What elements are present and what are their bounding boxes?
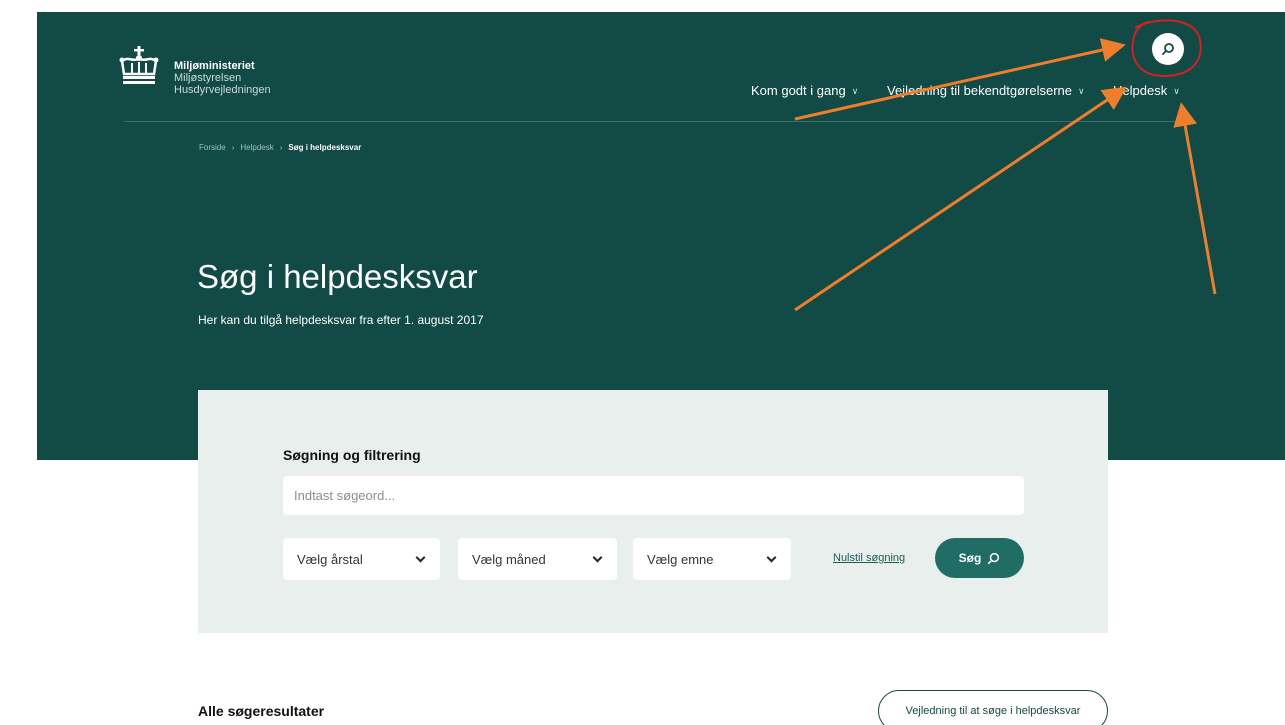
month-select[interactable]: Vælg måned bbox=[458, 538, 617, 580]
search-icon bbox=[1162, 43, 1174, 55]
org-name-block: Miljøministeriet Miljøstyrelsen Husdyrve… bbox=[174, 60, 271, 96]
nav-divider bbox=[124, 121, 1196, 122]
nav-item-vejledning[interactable]: Vejledning til bekendtgørelserne ∨ bbox=[887, 83, 1085, 98]
search-input[interactable] bbox=[283, 476, 1024, 515]
year-select[interactable]: Vælg årstal bbox=[283, 538, 440, 580]
chevron-down-icon bbox=[592, 552, 603, 562]
topic-select-value: Vælg emne bbox=[647, 551, 714, 567]
submit-label: Søg bbox=[958, 551, 982, 565]
breadcrumb-item-forside[interactable]: Forside bbox=[199, 143, 226, 152]
nav-label: Kom godt i gang bbox=[751, 83, 846, 98]
reset-search-link[interactable]: Nulstil søgning bbox=[833, 552, 905, 564]
breadcrumb-separator: › bbox=[231, 143, 235, 152]
topic-select[interactable]: Vælg emne bbox=[633, 538, 791, 580]
search-icon bbox=[988, 552, 1000, 564]
month-select-value: Vælg måned bbox=[472, 551, 546, 567]
page-title: Søg i helpdesksvar bbox=[197, 258, 478, 295]
breadcrumb-separator: › bbox=[279, 143, 283, 152]
search-guide-button[interactable]: Vejledning til at søge i helpdesksvar bbox=[878, 690, 1108, 725]
year-select-value: Vælg årstal bbox=[297, 551, 363, 567]
breadcrumb-item-helpdesk[interactable]: Helpdesk bbox=[240, 143, 273, 152]
breadcrumb: Forside › Helpdesk › Søg i helpdesksvar bbox=[199, 143, 361, 152]
chevron-down-icon bbox=[766, 552, 777, 562]
chevron-down-icon: ∨ bbox=[851, 86, 859, 96]
results-heading: Alle søgeresultater bbox=[198, 703, 325, 719]
breadcrumb-current: Søg i helpdesksvar bbox=[288, 143, 362, 152]
page-subtitle: Her kan du tilgå helpdesksvar fra efter … bbox=[198, 313, 484, 327]
org-sub-1: Miljøstyrelsen bbox=[174, 72, 242, 84]
search-submit-button[interactable]: Søg bbox=[935, 538, 1024, 578]
chevron-down-icon: ∨ bbox=[1173, 86, 1180, 96]
search-button[interactable] bbox=[1152, 33, 1184, 65]
nav-label: Helpdesk bbox=[1113, 83, 1168, 98]
nav-label: Vejledning til bekendtgørelserne bbox=[887, 83, 1073, 98]
search-panel-heading: Søgning og filtrering bbox=[283, 447, 421, 463]
nav-item-helpdesk[interactable]: Helpdesk ∨ bbox=[1113, 83, 1180, 98]
chevron-down-icon: ∨ bbox=[1078, 86, 1085, 96]
chevron-down-icon bbox=[415, 552, 426, 562]
crown-logo[interactable] bbox=[118, 46, 160, 90]
org-sub-2: Husdyrvejledningen bbox=[174, 84, 271, 96]
nav-item-kom-godt-i-gang[interactable]: Kom godt i gang ∨ bbox=[751, 83, 858, 98]
org-name: Miljøministeriet bbox=[174, 60, 255, 72]
